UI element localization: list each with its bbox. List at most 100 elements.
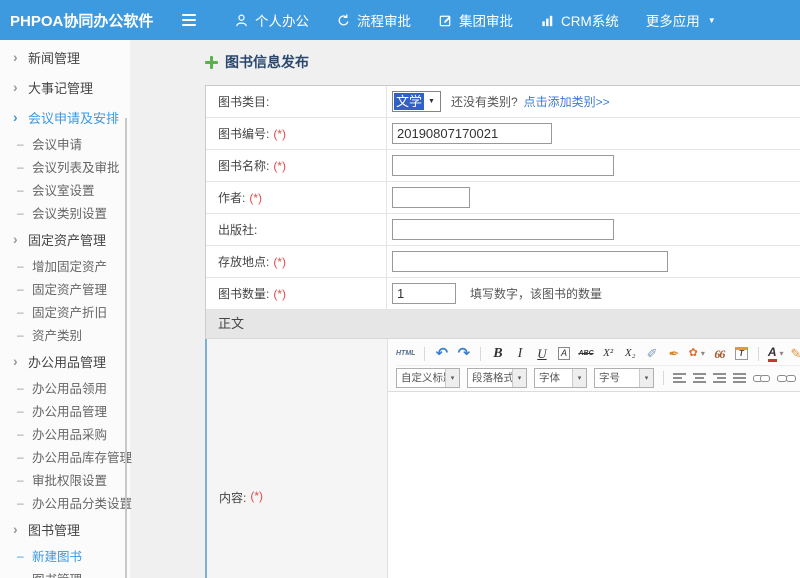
undo-button[interactable]: ↶	[434, 344, 449, 364]
sidebar-item[interactable]: 办公用品库存管理	[0, 445, 130, 468]
sidebar-item[interactable]: 增加固定资产	[0, 254, 130, 277]
sidebar-item[interactable]: 会议申请及安排	[0, 102, 130, 132]
book-code-input[interactable]	[392, 123, 552, 144]
menu-item-more-apps[interactable]: 更多应用 ▼	[646, 10, 716, 30]
dash-icon	[17, 305, 32, 319]
sidebar-item[interactable]: 大事记管理	[0, 72, 130, 102]
category-note: 还没有类别?	[451, 93, 518, 110]
dash-icon	[17, 473, 32, 487]
quantity-input[interactable]	[392, 283, 456, 304]
quantity-hint: 填写数字，该图书的数量	[470, 285, 602, 302]
form-row-content: 内容: (*) HTML↶↷BIUAABCX²X₂✐✒✿66TA✎≡≡ 自定义标…	[205, 339, 800, 578]
chevron-right-icon	[13, 79, 28, 95]
book-form: 图书类目: 文学 ▼ 还没有类别? 点击添加类别>> 图书编号: (*)	[205, 85, 800, 578]
select-arrow-icon: ▾	[445, 369, 459, 387]
paragraph-format-select[interactable]: 段落格式 ▾	[467, 368, 527, 388]
form-row-quantity: 图书数量: (*) 填写数字，该图书的数量	[206, 278, 800, 310]
menu-item-crm[interactable]: CRM系统	[540, 10, 619, 30]
font-size-select[interactable]: 字号 ▾	[594, 368, 654, 388]
dash-icon	[17, 572, 32, 578]
form-row-publisher: 出版社:	[206, 214, 800, 246]
selected-option: 文学	[394, 93, 424, 110]
field-label: 出版社:	[206, 214, 387, 245]
sidebar-item[interactable]: 会议室设置	[0, 178, 130, 201]
dash-icon	[17, 259, 32, 273]
required-mark: (*)	[249, 191, 262, 205]
superscript-button[interactable]: X²	[601, 344, 616, 364]
dash-icon	[17, 381, 32, 395]
subscript-button[interactable]: X₂	[623, 344, 638, 364]
sidebar-item[interactable]: 办公用品管理	[0, 346, 130, 376]
category-select[interactable]: 文学 ▼	[392, 91, 441, 112]
bold-button[interactable]: B	[490, 344, 505, 364]
sidebar-item[interactable]: 固定资产管理	[0, 224, 130, 254]
app-window: PHPOA协同办公软件 个人办公 流程审批	[0, 0, 800, 578]
editor-toolbar-row-1: HTML↶↷BIUAABCX²X₂✐✒✿66TA✎≡≡	[396, 342, 800, 366]
sidebar-item[interactable]: 图书管理	[0, 514, 130, 544]
remove-link-button[interactable]	[777, 373, 794, 383]
add-category-link[interactable]: 点击添加类别>>	[524, 93, 610, 110]
toolbar-separator	[424, 347, 425, 361]
editor-content-area[interactable]	[388, 392, 800, 578]
font-family-select[interactable]: 字体 ▾	[534, 368, 587, 388]
topbar: PHPOA协同办公软件 个人办公 流程审批	[0, 0, 800, 40]
location-input[interactable]	[392, 251, 668, 272]
sidebar-item[interactable]: 固定资产折旧	[0, 300, 130, 323]
sidebar-item[interactable]: 审批权限设置	[0, 468, 130, 491]
sidebar-item[interactable]: 图书管理	[0, 567, 130, 578]
highlight-button[interactable]: ✎	[791, 344, 800, 364]
custom-title-select[interactable]: 自定义标题 ▾	[396, 368, 460, 388]
dash-icon	[17, 137, 32, 151]
menu-item-group-approval[interactable]: 集团审批	[438, 10, 513, 30]
sidebar-item[interactable]: 办公用品领用	[0, 376, 130, 399]
sidebar-item[interactable]: 办公用品采购	[0, 422, 130, 445]
align-justify-button[interactable]	[733, 373, 746, 383]
insert-link-button[interactable]	[753, 373, 770, 383]
paste-text-button[interactable]: T	[734, 344, 749, 364]
author-input[interactable]	[392, 187, 470, 208]
font-color-button[interactable]: A	[768, 344, 784, 364]
select-arrow-icon: ▾	[639, 369, 653, 387]
book-name-input[interactable]	[392, 155, 614, 176]
menu-item-personal-office[interactable]: 个人办公	[234, 10, 309, 30]
sidebar-item[interactable]: 会议申请	[0, 132, 130, 155]
align-left-button[interactable]	[673, 373, 686, 383]
remove-format-button[interactable]: ✐	[645, 344, 660, 364]
menu-toggle-button[interactable]	[182, 0, 216, 40]
blockquote-button[interactable]: 66	[712, 344, 727, 364]
font-name-button[interactable]: A	[556, 344, 571, 364]
dash-icon	[17, 328, 32, 342]
sidebar-item[interactable]: 会议列表及审批	[0, 155, 130, 178]
sidebar-item[interactable]: 固定资产管理	[0, 277, 130, 300]
italic-button[interactable]: I	[512, 344, 527, 364]
chevron-right-icon	[13, 109, 28, 125]
chevron-right-icon	[13, 353, 28, 369]
sidebar-item[interactable]: 资产类别	[0, 323, 130, 346]
color-dots-button[interactable]: ✿	[689, 344, 705, 364]
sidebar-item[interactable]: 新建图书	[0, 544, 130, 567]
required-mark: (*)	[250, 489, 263, 503]
menu-item-workflow-approval[interactable]: 流程审批	[336, 10, 411, 30]
dash-icon	[17, 549, 32, 563]
sidebar-item[interactable]: 会议类别设置	[0, 201, 130, 224]
strikethrough-button[interactable]: ABC	[578, 344, 593, 364]
html-source-button[interactable]: HTML	[396, 344, 415, 364]
field-label: 图书编号: (*)	[206, 118, 387, 149]
align-right-button[interactable]	[713, 373, 726, 383]
publisher-input[interactable]	[392, 219, 614, 240]
dash-icon	[17, 282, 32, 296]
dash-icon	[17, 404, 32, 418]
required-mark: (*)	[273, 159, 286, 173]
form-row-author: 作者: (*)	[206, 182, 800, 214]
sidebar-item[interactable]: 新闻管理	[0, 42, 130, 72]
align-center-button[interactable]	[693, 373, 706, 383]
sidebar-item[interactable]: 办公用品管理	[0, 399, 130, 422]
redo-button[interactable]: ↷	[456, 344, 471, 364]
sidebar-item[interactable]: 办公用品分类设置	[0, 491, 130, 514]
circular-arrow-icon	[336, 13, 351, 28]
format-brush-button[interactable]: ✒	[667, 344, 682, 364]
sidebar-scrollbar[interactable]	[125, 118, 127, 578]
underline-button[interactable]: U	[534, 344, 549, 364]
form-row-location: 存放地点: (*)	[206, 246, 800, 278]
form-row-category: 图书类目: 文学 ▼ 还没有类别? 点击添加类别>>	[206, 86, 800, 118]
